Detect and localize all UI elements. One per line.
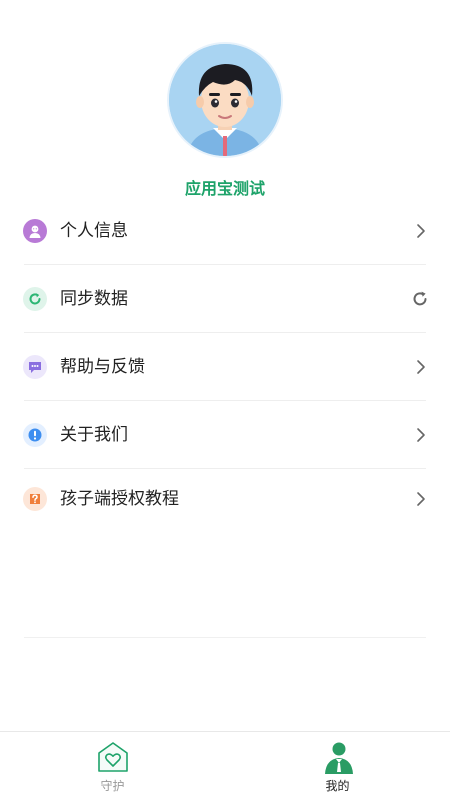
- user-icon: [23, 219, 47, 243]
- chat-icon: [23, 355, 47, 379]
- menu-item-label: 个人信息: [60, 221, 128, 241]
- menu-item-child-auth-tutorial[interactable]: 孩子端授权教程: [0, 469, 450, 537]
- divider: [24, 637, 426, 638]
- heart-shield-icon: [95, 740, 131, 776]
- username: 应用宝测试: [184, 179, 265, 198]
- menu-item-sync-data[interactable]: 同步数据: [0, 265, 450, 333]
- chevron-right-icon: [414, 425, 428, 445]
- chevron-right-icon: [414, 357, 428, 377]
- person-icon: [321, 740, 357, 776]
- refresh-icon[interactable]: [410, 289, 430, 309]
- chevron-right-icon: [414, 489, 428, 509]
- question-icon: [23, 487, 47, 511]
- profile-header: 应用宝测试: [0, 0, 450, 205]
- info-icon: [23, 423, 47, 447]
- menu-item-label: 帮助与反馈: [60, 357, 145, 377]
- avatar-illustration: [169, 44, 281, 156]
- menu-item-help-feedback[interactable]: 帮助与反馈: [0, 333, 450, 401]
- tab-label: 守护: [100, 779, 125, 793]
- settings-menu: 个人信息 同步数据 帮助与反馈 关于我们 孩子端授权教程: [0, 197, 450, 537]
- avatar[interactable]: [167, 42, 283, 158]
- tab-label: 我的: [325, 779, 350, 793]
- menu-item-label: 同步数据: [60, 289, 128, 309]
- sync-icon: [23, 287, 47, 311]
- menu-item-about-us[interactable]: 关于我们: [0, 401, 450, 469]
- tab-guard[interactable]: 守护: [0, 732, 225, 800]
- menu-item-label: 关于我们: [60, 425, 128, 445]
- menu-item-label: 孩子端授权教程: [60, 489, 179, 509]
- bottom-tab-bar: 守护 我的: [0, 731, 450, 800]
- menu-item-personal-info[interactable]: 个人信息: [0, 197, 450, 265]
- tab-mine[interactable]: 我的: [225, 732, 450, 800]
- chevron-right-icon: [414, 221, 428, 241]
